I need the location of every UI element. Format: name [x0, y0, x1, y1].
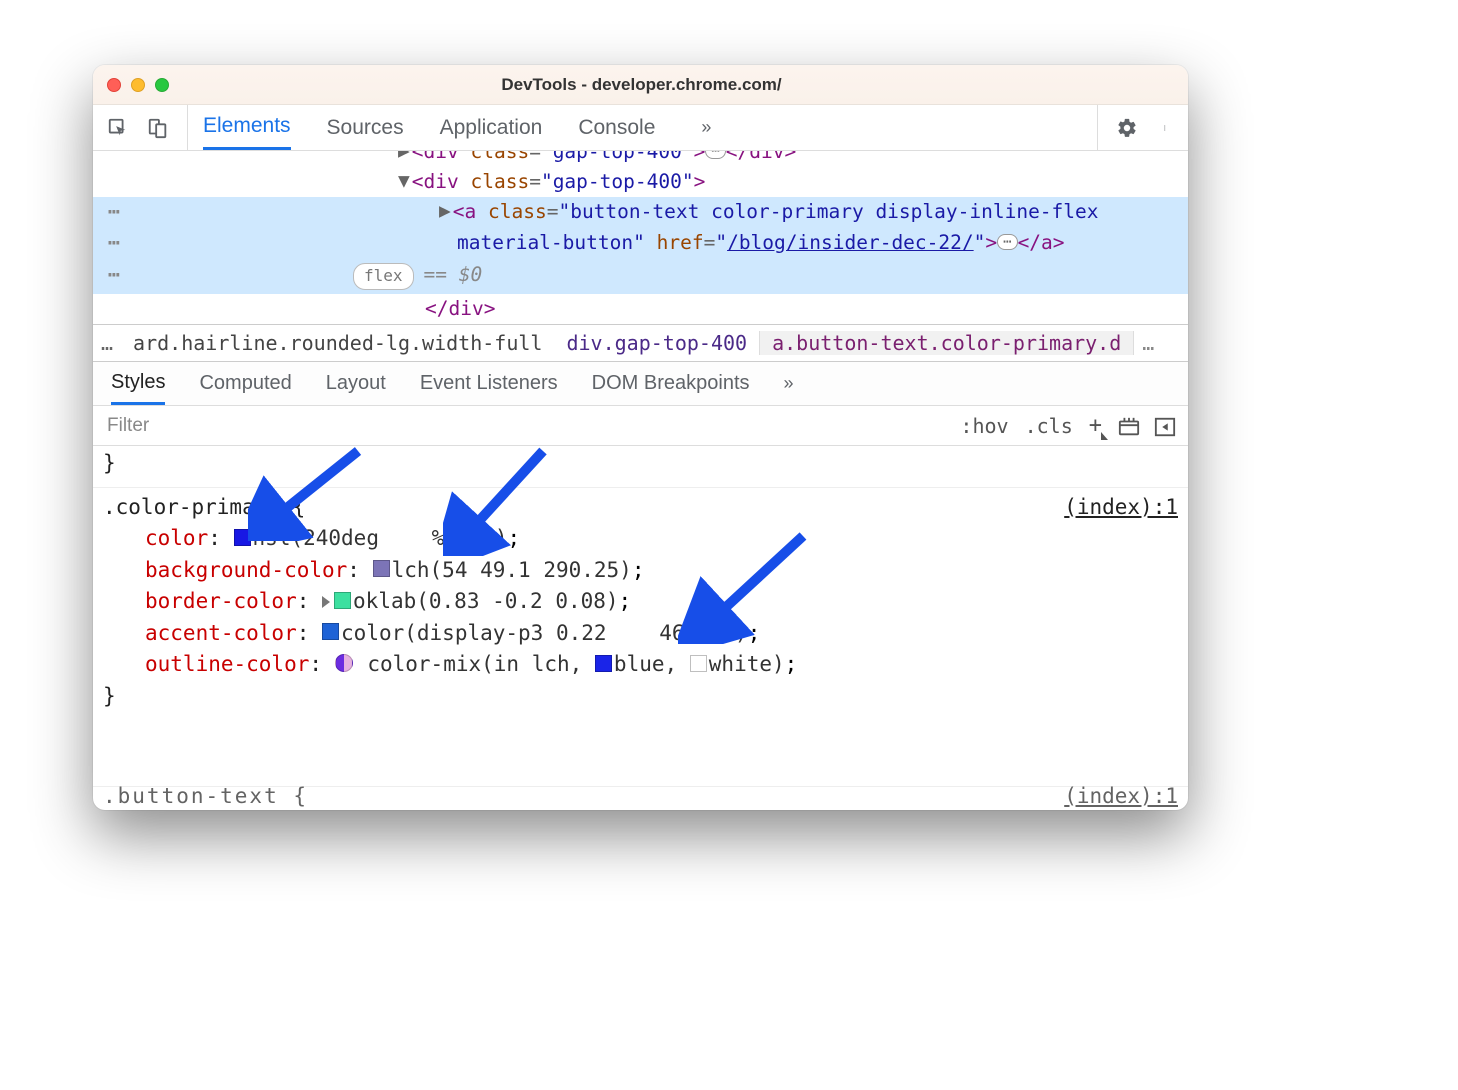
color-swatch[interactable] [373, 560, 390, 577]
color-swatch[interactable] [595, 655, 612, 672]
cls-toggle[interactable]: .cls [1025, 414, 1073, 438]
source-location-cutoff: (index):1 [1064, 784, 1178, 808]
expand-shorthand-icon[interactable] [322, 596, 330, 608]
close-window-icon[interactable] [107, 78, 121, 92]
filter-input[interactable] [93, 406, 946, 445]
tab-elements[interactable]: Elements [203, 105, 291, 150]
dom-row-selected-cont[interactable]: material-button" href="/blog/insider-dec… [93, 228, 1188, 258]
css-declaration[interactable]: color: hsl(240deg % 50%); [103, 523, 1178, 555]
tabs-overflow-icon[interactable]: » [691, 117, 721, 138]
css-selector[interactable]: .color-primary [103, 495, 280, 519]
subtab-dom-breakpoints[interactable]: DOM Breakpoints [592, 362, 750, 405]
subtab-computed[interactable]: Computed [199, 362, 291, 405]
flex-badge[interactable]: flex [353, 263, 414, 290]
main-toolbar: Elements Sources Application Console » [93, 105, 1188, 151]
dom-row[interactable]: ▶<div class="gap-top-400">⋯</div> [93, 151, 1188, 167]
subtab-layout[interactable]: Layout [326, 362, 386, 405]
tab-application[interactable]: Application [440, 105, 543, 150]
computed-styles-icon[interactable] [1118, 416, 1138, 436]
subtab-styles[interactable]: Styles [111, 362, 165, 405]
disclosure-open-icon[interactable]: ▼ [398, 169, 410, 192]
color-swatch[interactable] [322, 623, 339, 640]
breadcrumb[interactable]: … ard.hairline.rounded-lg.width-full div… [93, 324, 1188, 362]
dom-href-link[interactable]: /blog/insider-dec-22/ [727, 231, 974, 254]
ellipsis-collapsed-icon[interactable]: ⋯ [997, 234, 1017, 250]
inspect-icon[interactable] [107, 117, 129, 139]
toggle-pane-icon[interactable] [1154, 416, 1174, 436]
css-declaration[interactable]: border-color: oklab(0.83 -0.2 0.08); [103, 586, 1178, 618]
breadcrumb-more[interactable]: … [93, 331, 121, 355]
css-declaration[interactable]: outline-color: color-mix(in lch, blue, w… [103, 649, 1178, 681]
main-tabs: Elements Sources Application Console » [203, 105, 1097, 150]
hov-toggle[interactable]: :hov [960, 414, 1008, 438]
dollar-zero: == $0 [424, 263, 483, 286]
kebab-menu-icon[interactable] [1156, 117, 1178, 139]
styles-pane[interactable]: } .color-primary { (index):1 color: hsl(… [93, 446, 1188, 786]
titlebar: DevTools - developer.chrome.com/ [93, 65, 1188, 105]
css-declaration[interactable]: accent-color: color(display-p3 0.22 46 0… [103, 618, 1178, 650]
breadcrumb-item-selected[interactable]: a.button-text.color-primary.d [759, 331, 1134, 355]
closing-brace: } [103, 448, 1178, 480]
subtab-event-listeners[interactable]: Event Listeners [420, 362, 558, 405]
disclosure-icon[interactable]: ▶ [439, 199, 451, 222]
dom-tree[interactable]: ▶<div class="gap-top-400">⋯</div> ▼<div … [93, 151, 1188, 324]
filter-tools: :hov .cls + [946, 413, 1188, 438]
window-title: DevTools - developer.chrome.com/ [169, 75, 1114, 95]
css-selector-cutoff: .button-text { [103, 784, 308, 808]
dom-row-selected[interactable]: ▶<a class="button-text color-primary dis… [93, 197, 1188, 227]
selector-row: .color-primary { (index):1 [103, 492, 1178, 524]
filter-row: :hov .cls + [93, 406, 1188, 446]
source-location[interactable]: (index):1 [1064, 492, 1178, 524]
gear-icon[interactable] [1116, 117, 1138, 139]
dom-row[interactable]: ▼<div class="gap-top-400"> [93, 167, 1188, 197]
maximize-window-icon[interactable] [155, 78, 169, 92]
toolbar-right [1097, 105, 1178, 150]
tab-console[interactable]: Console [578, 105, 655, 150]
ellipsis-collapsed-icon[interactable]: ⋯ [705, 151, 725, 159]
subtabs-overflow-icon[interactable]: » [784, 373, 794, 394]
dom-row-close[interactable]: </div> [93, 294, 1188, 324]
traffic-lights [107, 78, 169, 92]
toolbar-icons [107, 105, 188, 150]
css-declaration[interactable]: background-color: lch(54 49.1 290.25); [103, 555, 1178, 587]
color-swatch[interactable] [690, 655, 707, 672]
color-mix-swatch[interactable] [335, 654, 353, 672]
breadcrumb-item[interactable]: ard.hairline.rounded-lg.width-full [121, 331, 554, 355]
breadcrumb-item[interactable]: div.gap-top-400 [554, 331, 759, 355]
devtools-window: DevTools - developer.chrome.com/ Element… [93, 65, 1188, 810]
minimize-window-icon[interactable] [131, 78, 145, 92]
color-swatch[interactable] [234, 529, 251, 546]
closing-brace: } [103, 681, 1178, 713]
new-style-rule-icon[interactable]: + [1089, 413, 1102, 438]
dom-row-flex-badge: flex == $0 [93, 258, 1188, 294]
device-toggle-icon[interactable] [147, 117, 169, 139]
breadcrumb-end: … [1134, 331, 1162, 355]
styles-tabs: Styles Computed Layout Event Listeners D… [93, 362, 1188, 406]
color-swatch[interactable] [334, 592, 351, 609]
disclosure-icon[interactable]: ▶ [398, 151, 410, 162]
tab-sources[interactable]: Sources [327, 105, 404, 150]
